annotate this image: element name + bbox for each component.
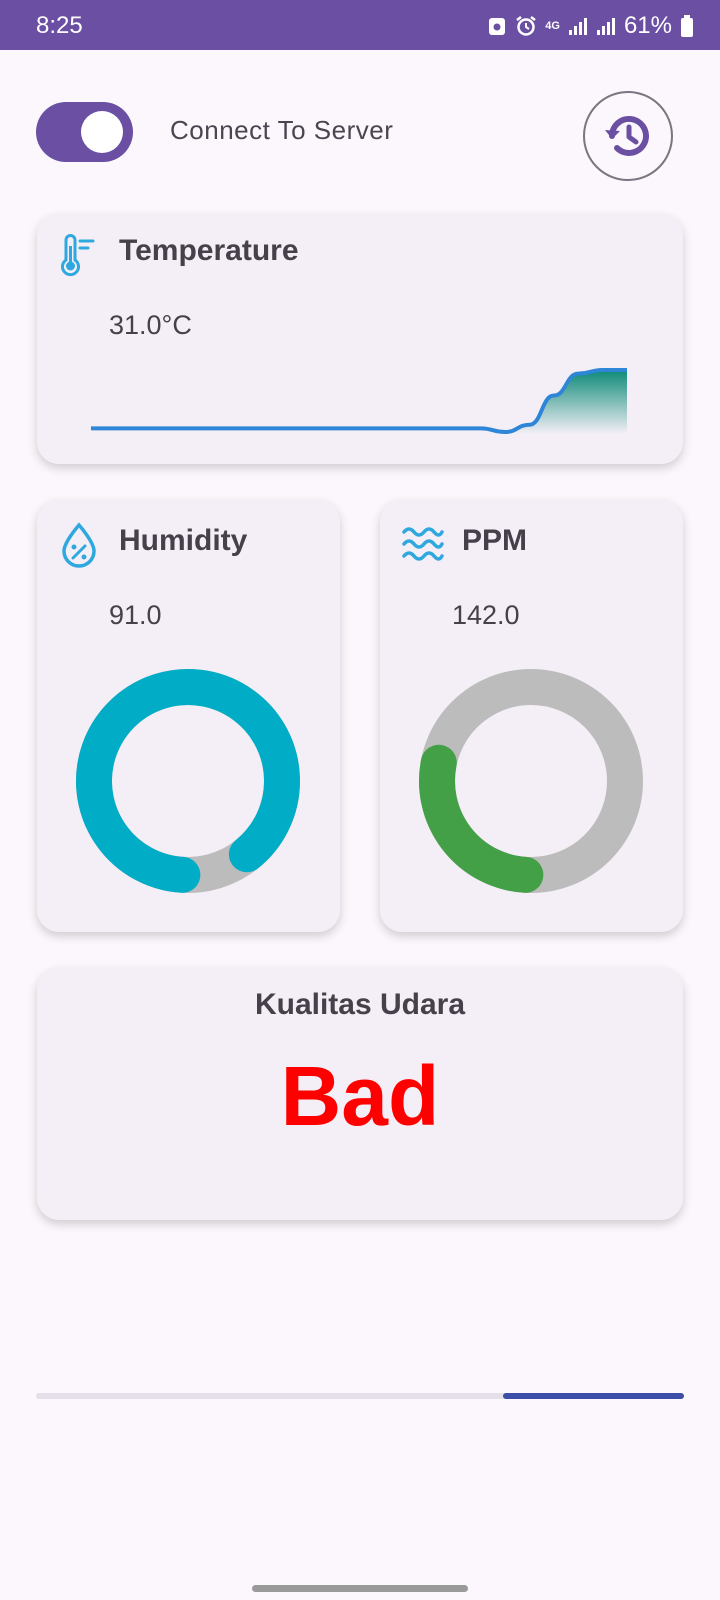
server-toggle[interactable] [36,102,133,162]
ppm-card: PPM 142.0 [380,500,683,932]
ppm-gauge-fill [419,744,544,893]
status-bar: 8:25 4G 61% [0,0,720,50]
air-quality-title: Kualitas Udara [254,988,466,1021]
humidity-gauge-fill [76,669,300,893]
humidity-value: 91.0 [109,600,162,630]
home-indicator[interactable] [252,1585,468,1592]
status-time: 8:25 [36,12,83,39]
waves-icon [402,527,444,561]
thermometer-icon [61,234,95,277]
temperature-value: 31.0°C [109,310,192,340]
alarm-icon [516,16,537,36]
network-type: 4G [545,19,560,32]
humidity-icon [62,522,96,568]
air-quality-card: Kualitas Udara Bad [37,968,683,1220]
humidity-card: Humidity 91.0 [37,500,340,932]
history-button[interactable] [583,91,673,181]
history-icon [605,115,649,156]
progress-fill [502,1393,684,1399]
signal-icon [596,18,615,35]
battery-icon [681,15,693,37]
status-icons: 4G 61% [487,10,694,42]
humidity-gauge [76,669,300,893]
temperature-title: Temperature [119,234,299,267]
humidity-title: Humidity [119,524,248,557]
air-quality-value: Bad [280,1049,440,1143]
progress-track [36,1393,684,1399]
ppm-value: 142.0 [452,600,520,630]
temperature-chart [91,368,627,435]
battery-percentage: 61% [623,12,672,39]
ppm-title: PPM [462,524,528,557]
connect-to-server-label: Connect To Server [170,115,394,145]
screenshot-icon [489,18,506,35]
signal-icon [568,18,587,35]
temperature-card: Temperature 31.0°C [37,214,683,464]
toggle-knob [81,111,123,153]
ppm-gauge [419,669,643,893]
